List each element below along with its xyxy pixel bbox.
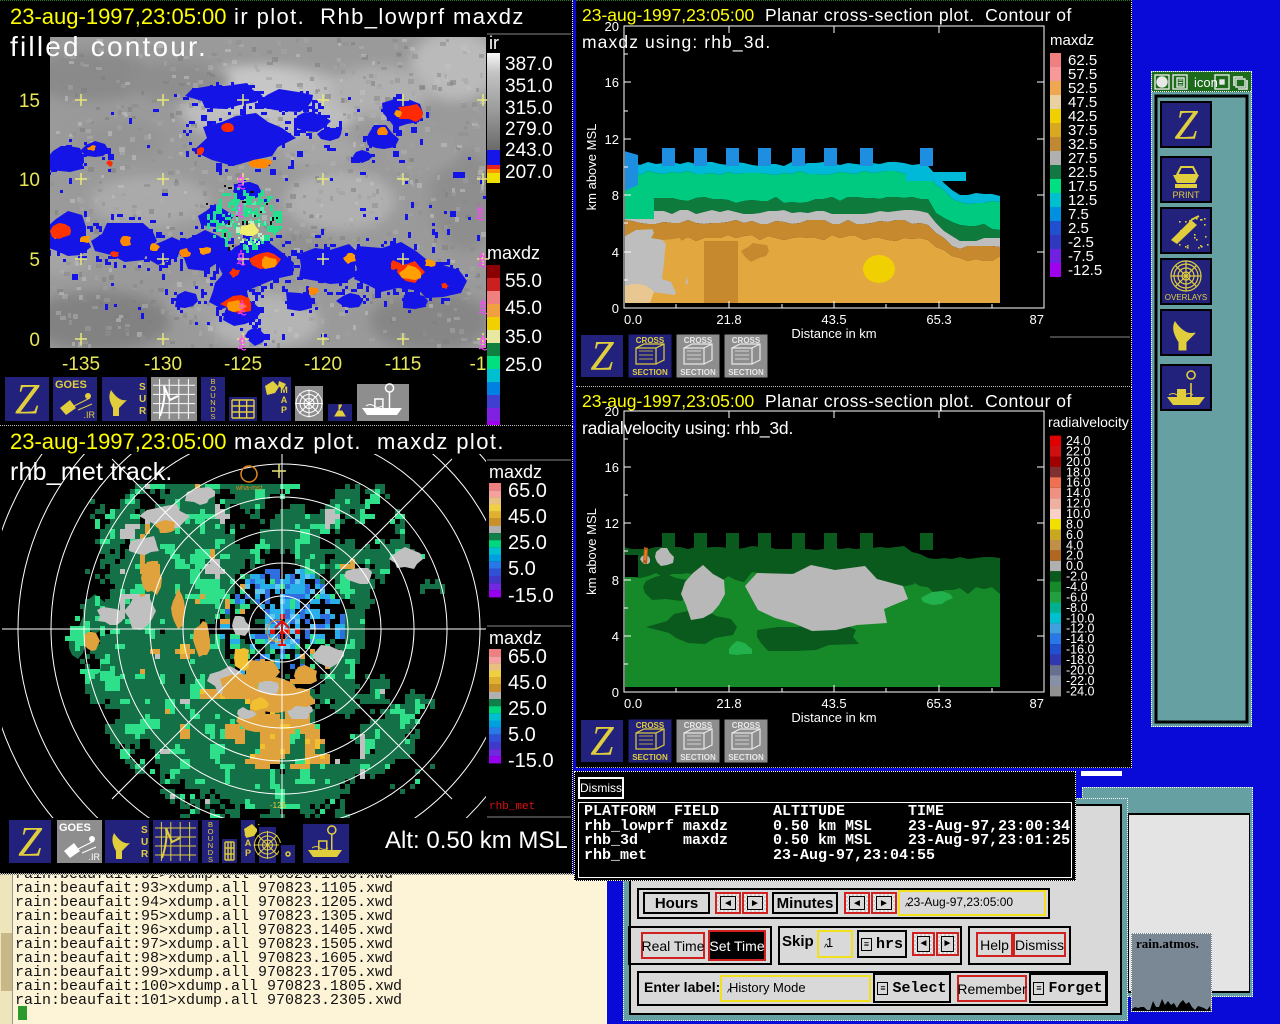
svg-text:-1: -1 (470, 354, 487, 375)
svg-text:0: 0 (612, 301, 619, 316)
svg-text:87: 87 (1030, 312, 1044, 327)
svg-text:87: 87 (1030, 696, 1044, 711)
svg-text:maxdz: maxdz (1050, 32, 1094, 49)
svg-text:0: 0 (29, 330, 40, 351)
svg-text:P: P (281, 405, 287, 415)
svg-text:65.3: 65.3 (926, 312, 951, 327)
svg-text:U: U (139, 394, 146, 405)
svg-text:8: 8 (612, 573, 619, 588)
svg-text:A: A (281, 395, 288, 405)
svg-text:Z: Z (590, 334, 614, 380)
svg-text:65.3: 65.3 (926, 696, 951, 711)
svg-text:Distance in km: Distance in km (791, 710, 876, 725)
svg-text:-130: -130 (144, 354, 182, 375)
svg-text:15: 15 (19, 91, 40, 112)
svg-text:SECTION: SECTION (728, 368, 764, 377)
svg-text:SECTION: SECTION (632, 368, 668, 377)
svg-text:55.0: 55.0 (505, 271, 542, 292)
svg-text:M: M (280, 385, 288, 395)
svg-text:.IR: .IR (83, 410, 95, 420)
svg-text:279.0: 279.0 (505, 119, 553, 140)
svg-text:35.0: 35.0 (505, 327, 542, 348)
svg-text:maxdz: maxdz (487, 243, 540, 263)
svg-text:S: S (210, 412, 215, 421)
svg-text:GOES: GOES (55, 379, 87, 391)
svg-text:0.0: 0.0 (624, 696, 642, 711)
svg-text:Z: Z (590, 719, 614, 765)
svg-text:45.0: 45.0 (505, 298, 542, 319)
svg-text:0: 0 (612, 685, 619, 700)
svg-text:207.0: 207.0 (505, 162, 553, 183)
svg-text:-125: -125 (224, 354, 262, 375)
svg-text:16: 16 (605, 75, 619, 90)
svg-text:10: 10 (19, 170, 40, 191)
svg-text:4: 4 (612, 629, 619, 644)
svg-text:SECTION: SECTION (680, 753, 716, 762)
svg-text:-120: -120 (304, 354, 342, 375)
svg-text:315.0: 315.0 (505, 98, 553, 119)
svg-text:43.5: 43.5 (821, 696, 846, 711)
svg-text:-135: -135 (62, 354, 100, 375)
svg-text:5: 5 (29, 250, 40, 271)
svg-text:43.5: 43.5 (821, 312, 846, 327)
svg-text:-24.0: -24.0 (1066, 684, 1095, 698)
svg-text:R: R (139, 406, 147, 417)
svg-text:-12.5: -12.5 (1068, 262, 1102, 279)
svg-text:12: 12 (605, 516, 619, 531)
svg-text:21.8: 21.8 (716, 312, 741, 327)
svg-text:0.0: 0.0 (624, 312, 642, 327)
svg-text:Distance in km: Distance in km (791, 326, 876, 341)
svg-text:ir: ir (489, 33, 499, 53)
svg-text:S: S (139, 382, 146, 393)
svg-text:243.0: 243.0 (505, 140, 553, 161)
svg-text:km above MSL: km above MSL (584, 124, 599, 211)
svg-text:SECTION: SECTION (632, 753, 668, 762)
svg-text:21.8: 21.8 (716, 696, 741, 711)
svg-text:km above MSL: km above MSL (584, 508, 599, 595)
svg-text:8: 8 (612, 188, 619, 203)
svg-text:Z: Z (15, 376, 40, 424)
svg-text:351.0: 351.0 (505, 76, 553, 97)
svg-text:SECTION: SECTION (728, 753, 764, 762)
svg-text:12: 12 (605, 132, 619, 147)
svg-text:387.0: 387.0 (505, 54, 553, 75)
svg-text:SECTION: SECTION (680, 368, 716, 377)
svg-text:16: 16 (605, 460, 619, 475)
svg-text:radialvelocity: radialvelocity (1048, 414, 1129, 430)
svg-text:4: 4 (612, 245, 619, 260)
svg-text:25.0: 25.0 (505, 355, 542, 376)
svg-text:-115: -115 (385, 354, 422, 375)
